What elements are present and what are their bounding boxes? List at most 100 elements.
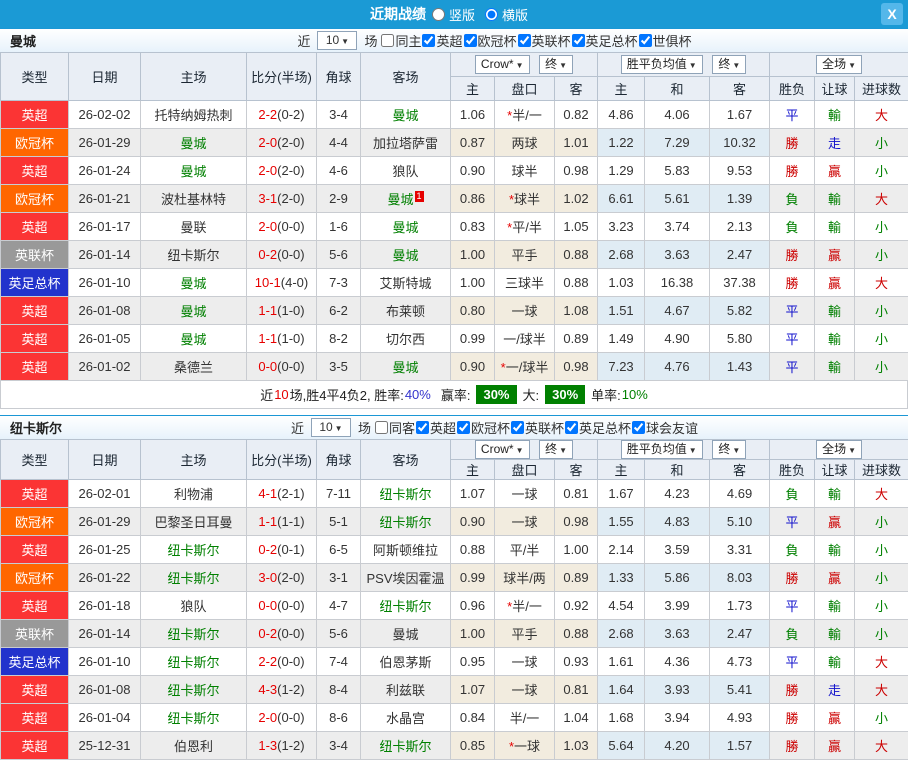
league-checkbox-input[interactable] (416, 421, 429, 434)
col-score: 比分(半场) (247, 53, 317, 101)
handicap-home-odds: 0.99 (451, 325, 495, 353)
avg-odds-dropdown[interactable]: 胜平负均值▼ (621, 440, 703, 459)
subcol-result-goals: 进球数 (855, 77, 908, 101)
type-badge: 英超 (1, 297, 69, 325)
result-goals: 小 (855, 508, 908, 536)
handicap-line: 一/球半 (495, 325, 555, 353)
match-count-dropdown[interactable]: 10▼ (317, 31, 357, 50)
league-checkbox-input[interactable] (464, 34, 477, 47)
handicap-home-odds: 0.83 (451, 213, 495, 241)
result-goals: 小 (855, 325, 908, 353)
col-corner: 角球 (317, 440, 361, 480)
match-date: 26-01-08 (69, 297, 141, 325)
subcol-odds-away: 客 (710, 460, 770, 480)
away-team: 纽卡斯尔 (361, 732, 451, 760)
league-checkbox-input[interactable] (518, 34, 531, 47)
odds-home: 2.68 (598, 241, 645, 269)
league-checkbox-input[interactable] (457, 421, 470, 434)
match-date: 26-02-01 (69, 480, 141, 508)
table-row: 英超26-01-02桑德兰0-0(0-0)3-5曼城0.90*一/球半0.987… (1, 353, 908, 381)
league-checkbox[interactable]: 英足总杯 (572, 31, 638, 50)
scope-dropdown[interactable]: 全场▼ (816, 440, 862, 459)
league-checkbox-input[interactable] (639, 34, 652, 47)
result-goals: 大 (855, 185, 908, 213)
col-date: 日期 (69, 53, 141, 101)
league-checkbox[interactable]: 球会友谊 (632, 418, 698, 437)
league-checkbox[interactable]: 世俱杯 (639, 31, 692, 50)
subcol-result-handicap: 让球 (815, 77, 855, 101)
result-handicap: 輸 (815, 101, 855, 129)
odds-away: 2.13 (710, 213, 770, 241)
summary-bar: 近10场,胜4平4负2, 胜率:40% 赢率:30% 大:30% 单率:10% (0, 381, 908, 409)
type-badge: 英超 (1, 536, 69, 564)
league-checkbox[interactable]: 英联杯 (518, 31, 571, 50)
odds-home: 1.33 (598, 564, 645, 592)
same-venue-checkbox-input[interactable] (375, 421, 388, 434)
home-team: 狼队 (141, 592, 247, 620)
league-checkbox-input[interactable] (511, 421, 524, 434)
away-team: 伯恩茅斯 (361, 648, 451, 676)
table-row: 英超26-01-08纽卡斯尔4-3(1-2)8-4利兹联1.07一球0.811.… (1, 676, 908, 704)
final-dropdown-1[interactable]: 终▼ (539, 440, 573, 459)
same-venue-checkbox[interactable]: 同客 (375, 418, 415, 437)
away-team: 曼城 (361, 241, 451, 269)
odds-draw: 16.38 (645, 269, 710, 297)
league-checkbox[interactable]: 欧冠杯 (464, 31, 517, 50)
scope-dropdown[interactable]: 全场▼ (816, 55, 862, 74)
final-dropdown-2[interactable]: 终▼ (712, 440, 746, 459)
result-outcome: 勝 (770, 704, 815, 732)
score: 2-0(0-0) (247, 704, 317, 732)
result-outcome: 勝 (770, 241, 815, 269)
result-outcome: 勝 (770, 129, 815, 157)
handicap-group-header: Crow*▼ 终▼ (451, 53, 598, 77)
section-header-newcastle: 纽卡斯尔 近 10▼ 场 同客英超欧冠杯英联杯英足总杯球会友谊 (0, 415, 908, 439)
radio-vertical-input[interactable] (432, 8, 445, 21)
score: 2-2(0-0) (247, 648, 317, 676)
result-outcome: 平 (770, 353, 815, 381)
bookmaker-dropdown[interactable]: Crow*▼ (475, 440, 530, 459)
same-venue-checkbox[interactable]: 同主 (381, 31, 421, 50)
score: 4-3(1-2) (247, 676, 317, 704)
radio-horizontal-input[interactable] (485, 8, 498, 21)
corners: 7-4 (317, 648, 361, 676)
league-checkbox[interactable]: 英联杯 (511, 418, 564, 437)
match-date: 26-01-08 (69, 676, 141, 704)
odds-draw: 5.61 (645, 185, 710, 213)
corners: 7-11 (317, 480, 361, 508)
table-row: 英超26-01-05曼城1-1(1-0)8-2切尔西0.99一/球半0.891.… (1, 325, 908, 353)
odds-home: 1.29 (598, 157, 645, 185)
result-goals: 小 (855, 592, 908, 620)
score: 3-1(2-0) (247, 185, 317, 213)
final-dropdown-2[interactable]: 终▼ (712, 55, 746, 74)
result-goals: 小 (855, 129, 908, 157)
score: 0-2(0-0) (247, 620, 317, 648)
radio-vertical-layout[interactable]: 竖版 (432, 5, 475, 24)
table-row: 英超26-01-24曼城2-0(2-0)4-6狼队0.90球半0.981.295… (1, 157, 908, 185)
league-checkbox[interactable]: 英超 (422, 31, 462, 50)
handicap-away-odds: 0.98 (555, 508, 598, 536)
final-dropdown-1[interactable]: 终▼ (539, 55, 573, 74)
league-checkbox-input[interactable] (632, 421, 645, 434)
league-checkbox-input[interactable] (572, 34, 585, 47)
odds-home: 1.51 (598, 297, 645, 325)
close-button[interactable]: X (881, 3, 903, 25)
odds-draw: 4.90 (645, 325, 710, 353)
league-checkbox-input[interactable] (422, 34, 435, 47)
type-badge: 英超 (1, 325, 69, 353)
handicap-line: *平/半 (495, 213, 555, 241)
match-count-dropdown[interactable]: 10▼ (311, 418, 351, 437)
avg-odds-dropdown[interactable]: 胜平负均值▼ (621, 55, 703, 74)
same-venue-checkbox-input[interactable] (381, 34, 394, 47)
league-checkbox[interactable]: 英超 (416, 418, 456, 437)
away-team: 加拉塔萨雷 (361, 129, 451, 157)
bookmaker-dropdown[interactable]: Crow*▼ (475, 55, 530, 74)
league-checkbox[interactable]: 英足总杯 (565, 418, 631, 437)
subcol-odds-home: 主 (598, 77, 645, 101)
odds-home: 4.86 (598, 101, 645, 129)
handicap-line: 一球 (495, 297, 555, 325)
league-checkbox-input[interactable] (565, 421, 578, 434)
league-checkbox[interactable]: 欧冠杯 (457, 418, 510, 437)
odds-away: 3.31 (710, 536, 770, 564)
result-handicap: 贏 (815, 732, 855, 760)
radio-horizontal-layout[interactable]: 横版 (485, 5, 528, 24)
